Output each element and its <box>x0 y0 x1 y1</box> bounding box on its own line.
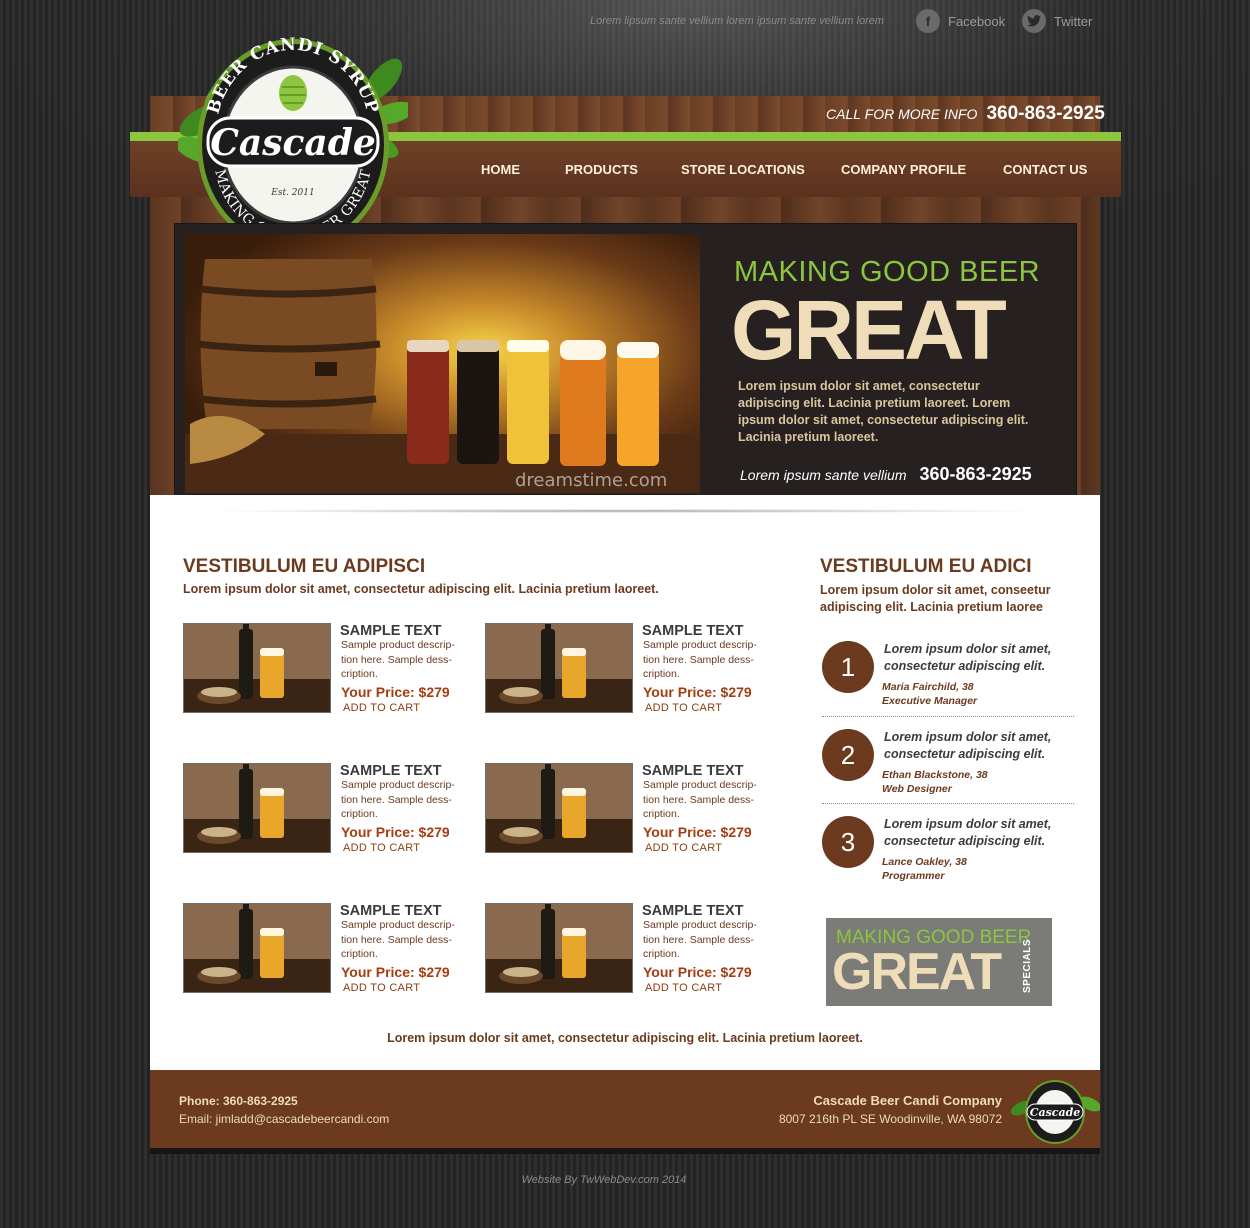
testimonial-number: 2 <box>822 729 874 781</box>
hops-icon <box>279 75 307 111</box>
product-description: Sample product descrip-tion here. Sample… <box>341 919 455 960</box>
main-heading: VESTIBULUM EU ADIPISCI <box>183 556 426 577</box>
testimonial-quote: Lorem ipsum dolor sit amet, consectetur … <box>884 817 1052 848</box>
nav-company-profile[interactable]: COMPANY PROFILE <box>841 162 966 177</box>
call-label: CALL FOR MORE INFO <box>826 106 978 122</box>
nav-home[interactable]: HOME <box>481 162 520 177</box>
testimonial-quote: Lorem ipsum dolor sit amet, consectetur … <box>884 730 1052 761</box>
footer-bottom-bar <box>150 1148 1100 1154</box>
product-description: Sample product descrip-tion here. Sample… <box>341 639 455 680</box>
hero-description: Lorem ipsum dolor sit amet, consectetur … <box>738 379 1029 444</box>
product-title: SAMPLE TEXT <box>642 623 744 639</box>
product-card: SAMPLE TEXT Sample product descrip-tion … <box>485 623 775 723</box>
hero-watermark: dreamstime.com <box>515 470 667 491</box>
nav-products[interactable]: PRODUCTS <box>565 162 638 177</box>
add-to-cart-button[interactable]: ADD TO CART <box>343 702 420 714</box>
hero-title: GREAT <box>731 283 1007 377</box>
twitter-icon <box>1022 9 1046 33</box>
product-price: Your Price: $279 <box>643 684 752 700</box>
product-card: SAMPLE TEXT Sample product descrip-tion … <box>485 763 775 863</box>
product-price: Your Price: $279 <box>643 964 752 980</box>
product-image[interactable] <box>485 903 633 993</box>
add-to-cart-button[interactable]: ADD TO CART <box>645 702 722 714</box>
testimonial-name: Maria Fairchild, 38 <box>882 681 974 693</box>
product-title: SAMPLE TEXT <box>340 903 442 919</box>
testimonial-name: Lance Oakley, 38 <box>882 856 967 868</box>
add-to-cart-button[interactable]: ADD TO CART <box>343 842 420 854</box>
testimonial-author: Ethan Blackstone, 38 Web Designer <box>882 768 988 796</box>
hero-banner: dreamstime.com MAKING GOOD BEER GREAT Lo… <box>174 223 1077 502</box>
product-price: Your Price: $279 <box>341 964 450 980</box>
product-image[interactable] <box>183 623 331 713</box>
product-card: SAMPLE TEXT Sample product descrip-tion … <box>183 903 473 1003</box>
specials-banner[interactable]: MAKING GOOD BEER GREAT SPECIALS <box>826 918 1052 1006</box>
footer-logo: Cascade <box>1010 1080 1100 1144</box>
call-info: CALL FOR MORE INFO 360-863-2925 <box>826 103 1105 125</box>
footer-logo-name: Cascade <box>1030 1106 1081 1119</box>
hero-contact-label: Lorem ipsum sante vellium <box>740 467 907 483</box>
testimonial-author: Lance Oakley, 38 Programmer <box>882 855 967 883</box>
product-title: SAMPLE TEXT <box>340 763 442 779</box>
product-price: Your Price: $279 <box>643 824 752 840</box>
header-phone[interactable]: 360-863-2925 <box>986 103 1104 125</box>
facebook-label: Facebook <box>948 13 1006 29</box>
twitter-link[interactable]: Twitter <box>1022 9 1092 33</box>
product-image[interactable] <box>485 623 633 713</box>
facebook-icon: f <box>916 9 940 33</box>
facebook-link[interactable]: f Facebook <box>916 9 1005 33</box>
footer <box>150 1070 1100 1148</box>
testimonial-role: Executive Manager <box>882 695 978 707</box>
product-title: SAMPLE TEXT <box>642 763 744 779</box>
testimonial-divider <box>822 716 1074 717</box>
add-to-cart-button[interactable]: ADD TO CART <box>645 982 722 994</box>
sidebar-heading: VESTIBULUM EU ADICI <box>820 556 1032 577</box>
promo-side-label: SPECIALS <box>1022 939 1033 994</box>
product-price: Your Price: $279 <box>341 684 450 700</box>
footer-phone: Phone: 360-863-2925 <box>179 1094 298 1108</box>
nav-contact-us[interactable]: CONTACT US <box>1003 162 1087 177</box>
product-description: Sample product descrip-tion here. Sample… <box>643 779 757 820</box>
hero-phone[interactable]: 360-863-2925 <box>920 464 1032 485</box>
product-card: SAMPLE TEXT Sample product descrip-tion … <box>485 903 775 1003</box>
beer-glasses-icon <box>407 340 659 466</box>
product-description: Sample product descrip-tion here. Sample… <box>643 639 757 680</box>
add-to-cart-button[interactable]: ADD TO CART <box>343 982 420 994</box>
testimonial-quote: Lorem ipsum dolor sit amet, consectetur … <box>884 642 1052 673</box>
hero-image: dreamstime.com <box>185 234 700 493</box>
logo-name: Cascade <box>210 122 376 164</box>
product-image[interactable] <box>183 903 331 993</box>
testimonial-role: Web Designer <box>882 783 952 795</box>
product-description: Sample product descrip-tion here. Sample… <box>643 919 757 960</box>
product-card: SAMPLE TEXT Sample product descrip-tion … <box>183 623 473 723</box>
product-image[interactable] <box>183 763 331 853</box>
top-tagline: Lorem lipsum sante vellium lorem ipsum s… <box>590 15 885 27</box>
content-footer-text: Lorem ipsum dolor sit amet, consectetur … <box>387 1031 863 1045</box>
site-credit[interactable]: Website By TwWebDev.com 2014 <box>0 1174 1208 1186</box>
product-description: Sample product descrip-tion here. Sample… <box>341 779 455 820</box>
testimonial-number: 1 <box>822 641 874 693</box>
logo-est: Est. 2011 <box>270 188 314 198</box>
twitter-label: Twitter <box>1054 13 1093 29</box>
product-title: SAMPLE TEXT <box>642 903 744 919</box>
footer-company: Cascade Beer Candi Company <box>813 1093 1002 1108</box>
sidebar-subheading: Lorem ipsum dolor sit amet, conseetur ad… <box>820 583 1051 614</box>
testimonial-divider <box>822 803 1074 804</box>
nav-store-locations[interactable]: STORE LOCATIONS <box>681 162 805 177</box>
testimonial-number: 3 <box>822 816 874 868</box>
testimonial-name: Ethan Blackstone, 38 <box>882 769 988 781</box>
main-subheading: Lorem ipsum dolor sit amet, consectetur … <box>183 582 659 596</box>
promo-title: GREAT <box>832 943 1002 1001</box>
testimonial-author: Maria Fairchild, 38 Executive Manager <box>882 680 977 708</box>
product-card: SAMPLE TEXT Sample product descrip-tion … <box>183 763 473 863</box>
product-title: SAMPLE TEXT <box>340 623 442 639</box>
footer-address: 8007 216th PL SE Woodinville, WA 98072 <box>778 1112 1002 1126</box>
product-price: Your Price: $279 <box>341 824 450 840</box>
product-image[interactable] <box>485 763 633 853</box>
barrel-icon <box>196 259 381 429</box>
hero-contact: Lorem ipsum sante vellium 360-863-2925 <box>740 464 1032 485</box>
footer-email[interactable]: Email: jimladd@cascadebeercandi.com <box>179 1112 389 1126</box>
hero-shadow <box>200 509 1050 513</box>
testimonial-role: Programmer <box>882 870 945 882</box>
add-to-cart-button[interactable]: ADD TO CART <box>645 842 722 854</box>
